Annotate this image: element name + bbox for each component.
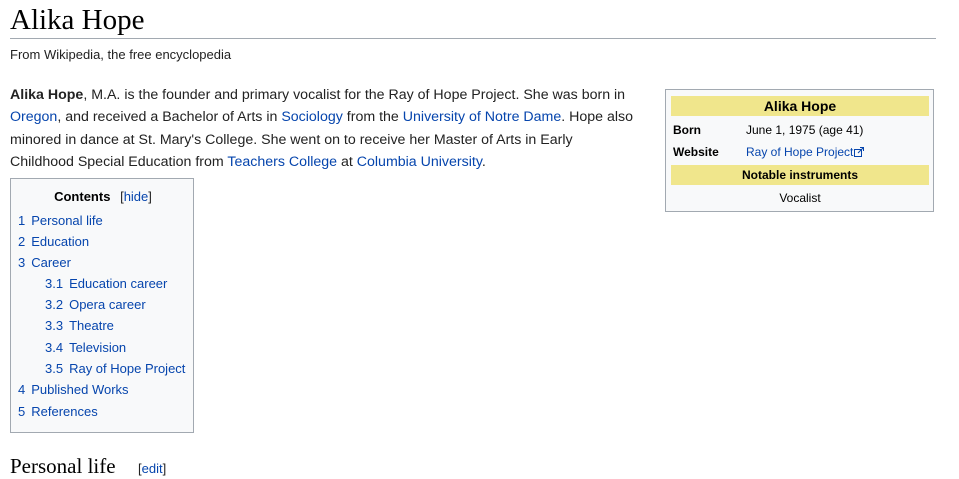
title-divider [10,38,936,39]
toc-item-label[interactable]: Education career [69,276,167,291]
lead-link[interactable]: Columbia University [357,154,482,170]
lead-paragraph: Alika Hope, M.A. is the founder and prim… [10,84,640,173]
lead-text: . [481,153,486,170]
infobox-born-label: Born [673,123,701,137]
toc-item-number: 3.2 [45,297,64,312]
toc-item-number: 3.3 [45,318,64,333]
toc-item-label[interactable]: Television [69,340,126,355]
toc-item-number: 3 [18,255,26,270]
infobox: Alika Hope Born June 1, 1975 (age 41) We… [665,89,934,212]
toc-item-label[interactable]: Theatre [69,318,114,333]
toc-item-number: 5 [18,404,26,419]
edit-bracket-close: ] [162,461,167,476]
toc-item[interactable]: 3 Career [18,254,71,272]
toc-item-number: 2 [18,234,26,249]
toc-item[interactable]: 3.5 Ray of Hope Project [45,360,185,378]
toc-item[interactable]: 1 Personal life [18,212,103,230]
toc-item[interactable]: 2 Education [18,233,89,251]
toc-item-number: 4 [18,382,26,397]
toc-item-label[interactable]: Opera career [69,297,146,312]
toc-item[interactable]: 3.2 Opera career [45,296,146,314]
toc-item-label[interactable]: Education [31,234,89,249]
toc-item-label[interactable]: Personal life [31,213,103,228]
table-of-contents: Contents [hide] 1 Personal life 2 Education… [10,178,194,433]
lead-text: at [337,153,357,170]
website-link-text[interactable]: Ray of Hope Project [746,145,853,159]
toc-item[interactable]: 3.4 Television [45,339,126,357]
toc-item-label[interactable]: References [31,404,97,419]
toc-item[interactable]: 4 Published Works [18,381,129,399]
lead-link[interactable]: Sociology [281,109,343,125]
toc-item[interactable]: 3.1 Education career [45,275,167,293]
infobox-section-header: Notable instruments [671,165,929,185]
infobox-row-born: Born June 1, 1975 (age 41) [673,120,929,140]
toc-item-label[interactable]: Career [31,255,71,270]
toc-item[interactable]: 3.3 Theatre [45,317,114,335]
external-link-icon [854,147,865,157]
infobox-website-label: Website [673,145,719,159]
toc-item-label[interactable]: Ray of Hope Project [69,361,185,376]
toc-header: Contents [hide] [11,188,195,206]
toc-item-label[interactable]: Published Works [31,382,128,397]
infobox-website-link[interactable]: Ray of Hope Project [746,142,865,162]
toc-bracket-close: ] [148,189,152,204]
lead-text: , and received a Bachelor of Arts in [57,109,282,126]
toc-item-number: 3.5 [45,361,64,376]
lead-subject-name: Alika Hope [10,87,84,103]
page-title: Alika Hope [10,4,145,36]
lead-text: from the [342,109,403,126]
infobox-born-value: June 1, 1975 (age 41) [746,123,864,137]
infobox-title: Alika Hope [671,96,929,116]
lead-link[interactable]: Teachers College [227,154,337,170]
section-edit-link[interactable]: edit [142,461,163,476]
infobox-instrument: Vocalist [779,191,821,205]
lead-link[interactable]: Oregon [10,109,57,125]
toc-hide-toggle[interactable]: hide [124,189,149,204]
lead-text: , M.A. is the founder and primary vocali… [83,87,626,103]
lead-link[interactable]: University of Notre Dame [403,109,561,125]
infobox-row-website: Website Ray of Hope Project [673,142,929,162]
toc-item-number: 1 [18,213,26,228]
toc-item[interactable]: 5 References [18,403,98,421]
section-edit-links: [edit] [138,461,166,476]
toc-item-number: 3.1 [45,276,64,291]
toc-title: Contents [54,189,111,204]
toc-item-number: 3.4 [45,340,64,355]
site-tagline: From Wikipedia, the free encyclopedia [10,47,232,62]
section-heading: Personal life [10,454,116,478]
